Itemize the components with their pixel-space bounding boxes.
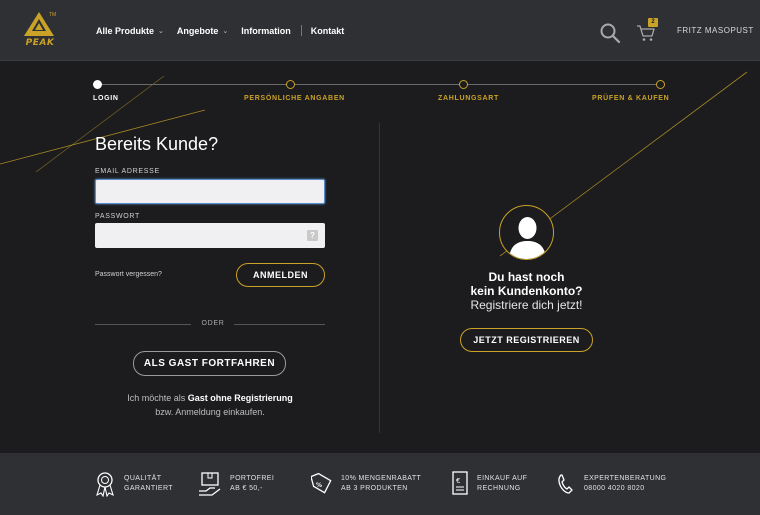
usp-invoice: € EINKAUF AUF RECHNUNG: [451, 471, 527, 497]
step-label-payment: ZAHLUNGSART: [438, 95, 499, 102]
guest-info-bold: Gast ohne Registrierung: [187, 393, 293, 403]
register-title: Du hast noch kein Kundenkonto?: [420, 270, 633, 298]
chevron-down-icon: ⌄: [222, 27, 229, 35]
usp-text: PORTOFREI AB € 50,-: [230, 475, 275, 492]
account-link[interactable]: FRITZ MASOPUST: [677, 26, 754, 35]
usp-text: 10% MENGENRABATT AB 3 PRODUKTEN: [341, 475, 422, 492]
trademark: TM: [49, 12, 57, 18]
invoice-icon: €: [452, 471, 468, 495]
usp-text: EXPERTENBERATUNG 08000 4020 8020: [584, 475, 667, 492]
footer-usp-bar: QUALITÄT GARANTIERT PORTOFREI AB € 50,- …: [0, 453, 760, 515]
step-label-personal: PERSÖNLICHE ANGABEN: [244, 95, 345, 102]
decorative-lines: [0, 71, 748, 257]
nav-separator: [300, 25, 302, 36]
user-avatar-icon: [499, 205, 554, 260]
box-hand-icon: [199, 472, 221, 496]
usp-text: EINKAUF AUF RECHNUNG: [477, 475, 528, 492]
usp-discount: % 10% MENGENRABATT AB 3 PRODUKTEN: [311, 471, 421, 497]
nav-label: Alle Produkte: [96, 25, 155, 36]
usp-quality: QUALITÄT GARANTIERT: [94, 471, 173, 497]
guest-info-post: bzw. Anmeldung einkaufen.: [155, 407, 265, 417]
nav-label: Information: [241, 25, 291, 36]
step-dot-login: [93, 80, 102, 89]
step-label-review: PRÜFEN & KAUFEN: [592, 95, 670, 102]
login-title: Bereits Kunde?: [95, 134, 219, 154]
nav-label: Angebote: [176, 25, 219, 36]
nav-item-alle-produkte[interactable]: Alle Produkte ⌄: [96, 25, 164, 36]
login-button[interactable]: ANMELDEN: [236, 263, 325, 287]
divider-left: [95, 324, 191, 325]
password-help-icon[interactable]: ?: [307, 230, 318, 241]
chevron-down-icon: ⌄: [158, 27, 164, 35]
password-field[interactable]: ?: [95, 223, 325, 248]
step-dot-review: [656, 80, 665, 89]
register-subtitle: Registriere dich jetzt!: [470, 298, 583, 312]
email-label: EMAIL ADRESSE: [95, 168, 160, 175]
register-title-line1: Du hast noch: [488, 270, 565, 284]
usp-consulting: EXPERTENBERATUNG 08000 4020 8020: [556, 471, 666, 497]
nav-item-angebote[interactable]: Angebote ⌄: [177, 25, 228, 36]
guest-info-text: Ich möchte als Gast ohne Registrierung b…: [100, 391, 320, 419]
guest-checkout-button[interactable]: ALS GAST FORTFAHREN: [133, 351, 286, 376]
svg-text:€: €: [456, 477, 460, 485]
phone-icon: [558, 474, 573, 494]
password-label: PASSWORT: [95, 213, 141, 220]
svg-text:%: %: [316, 482, 322, 489]
column-divider: [379, 123, 380, 433]
checkout-progress-line: [97, 84, 661, 85]
main-nav: Alle Produkte ⌄ Angebote ⌄ Information K…: [96, 25, 357, 36]
email-field[interactable]: [95, 179, 325, 204]
divider-right: [234, 324, 325, 325]
nav-label: Kontakt: [310, 25, 345, 36]
medal-icon: [96, 472, 114, 497]
usp-shipping: PORTOFREI AB € 50,-: [198, 471, 274, 497]
guest-info-pre: Ich möchte als: [127, 393, 188, 403]
forgot-password-link[interactable]: Passwort vergessen?: [95, 271, 162, 278]
usp-text: QUALITÄT GARANTIERT: [124, 475, 173, 492]
nav-item-kontakt[interactable]: Kontakt: [311, 25, 345, 36]
search-icon[interactable]: [600, 23, 620, 43]
or-separator: ODER: [201, 320, 225, 327]
nav-item-information[interactable]: Information: [241, 25, 291, 36]
register-button[interactable]: JETZT REGISTRIEREN: [460, 328, 593, 352]
brand-name: PEAK: [25, 38, 55, 48]
peak-logo-icon: [24, 12, 54, 36]
register-title-line2: kein Kundenkonto?: [470, 284, 583, 298]
brand-logo[interactable]: TM PEAK: [16, 11, 64, 49]
site-header: TM PEAK Alle Produkte ⌄ Angebote ⌄ Infor…: [0, 0, 760, 61]
step-dot-payment: [459, 80, 468, 89]
step-dot-personal: [286, 80, 295, 89]
step-label-login: LOGIN: [93, 95, 119, 102]
cart-count-badge: 2: [648, 18, 658, 27]
discount-tag-icon: %: [311, 472, 332, 494]
